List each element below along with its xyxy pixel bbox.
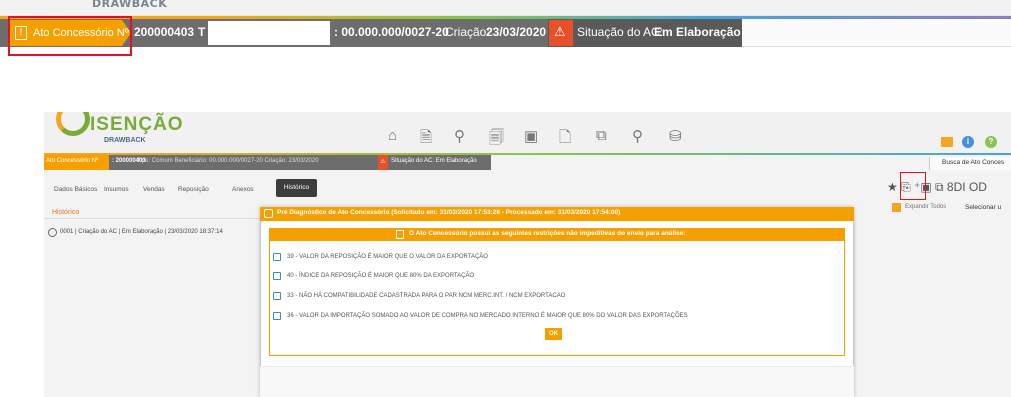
redaction-box — [208, 21, 330, 45]
zoom-bar-right — [742, 19, 1011, 47]
divider — [44, 218, 262, 219]
app-logo: ISENÇÃO — [90, 114, 184, 135]
tab-insumos[interactable]: Insumos — [104, 181, 129, 198]
historico-item[interactable]: 0001 | Criação do AC | Em Elaboração | 2… — [60, 229, 223, 235]
busca-label: Busca de Ato Conces — [942, 159, 1005, 166]
modal-title: Pré Diagnóstico de Ato Concessório (Soli… — [277, 209, 621, 216]
tab-historico[interactable]: Histórico — [276, 179, 317, 197]
zoom-logo-text: DRAWBACK — [92, 0, 168, 10]
document-icon[interactable]: 🗎 — [420, 127, 432, 152]
message-icon — [273, 253, 281, 261]
document-icon — [396, 230, 404, 239]
clipboard-icon[interactable]: 🗐 — [489, 127, 504, 152]
zoom-criacao-value: 23/03/2020 — [486, 25, 547, 39]
users-icon[interactable]: ⚲ — [454, 127, 465, 145]
ok-button[interactable]: OK — [545, 328, 562, 340]
highlight-box — [900, 172, 926, 200]
zoom-situacao-value: Em Elaboração — [654, 25, 741, 39]
chart-icon — [264, 209, 273, 218]
info-icon[interactable]: i — [962, 136, 974, 148]
zoom-situacao-label: Situação do AC: — [577, 25, 664, 39]
report-icon[interactable]: 🗋 — [559, 127, 571, 152]
modal-footer — [260, 366, 854, 397]
tab-dados-basicos[interactable]: Dados Básicos — [54, 181, 97, 198]
search-plus-icon[interactable]: ⚲ — [632, 127, 643, 145]
situacao-text: Situação do AC: Em Elaboração — [391, 158, 477, 164]
zoom-cnpj: : 00.000.000/0027-20 — [334, 25, 449, 39]
envelope-icon[interactable] — [941, 137, 953, 147]
app-logo-sub: DRAWBACK — [104, 137, 146, 144]
copy-icon[interactable]: ⧉ — [596, 127, 607, 144]
help-icon[interactable]: ? — [985, 136, 997, 148]
expand-icon[interactable] — [892, 203, 901, 212]
home-icon[interactable]: ⌂ — [388, 127, 397, 144]
clock-icon — [48, 228, 57, 237]
modal-subtitle: O Ato Concessório possui as seguintes re… — [409, 230, 686, 237]
ac-details: Tipo: Comum Beneficiário: 00.000.000/002… — [137, 158, 319, 164]
highlight-box — [8, 16, 132, 56]
expand-all-link[interactable]: Expandir Todos — [905, 204, 946, 210]
ac-label: Ato Concessório Nº — [46, 158, 99, 164]
message-icon — [273, 272, 281, 280]
tab-reposicao[interactable]: Reposição — [178, 181, 209, 198]
restriction-message: 36 - VALOR DA IMPORTAÇÃO SOMADO AO VALOR… — [287, 313, 688, 319]
restriction-message: 40 - ÍNDICE DA REPOSIÇÃO É MAIOR QUE 80%… — [287, 273, 475, 279]
zoom-ac-number: 200000403 — [134, 25, 195, 39]
form-icon[interactable]: ▣ — [524, 127, 538, 145]
zoom-tipo-letter: T — [198, 25, 206, 39]
warning-icon: ⚠ — [378, 155, 388, 170]
tab-anexos[interactable]: Anexos — [232, 181, 254, 198]
restriction-message: 33 - NÃO HÁ COMPATIBILIDADE CADASTRADA P… — [287, 293, 566, 299]
warning-icon: ⚠ — [554, 24, 566, 39]
message-icon — [273, 312, 281, 320]
select-link[interactable]: Selecionar u — [965, 204, 1001, 211]
restriction-message: 39 - VALOR DA REPOSIÇÃO É MAIOR QUE O VA… — [287, 254, 488, 260]
zoom-criacao-label: Criação: — [445, 25, 490, 39]
tab-vendas[interactable]: Vendas — [143, 181, 165, 198]
user-settings-icon[interactable]: ⛁ — [669, 127, 682, 145]
message-icon — [273, 292, 281, 300]
historico-title: Histórico — [52, 209, 80, 216]
